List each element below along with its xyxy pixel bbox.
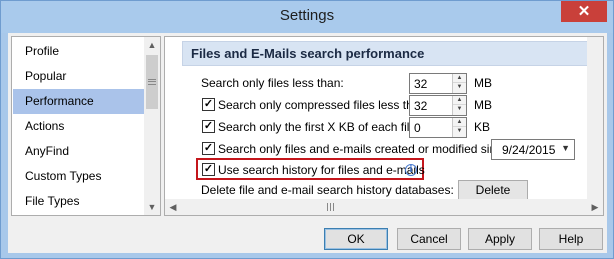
close-button[interactable]: ✕ — [561, 1, 607, 22]
compressed-limit-label: Search only compressed files less than: — [218, 98, 430, 112]
scroll-up-icon[interactable]: ▲ — [144, 37, 160, 53]
category-list: Profile Popular Performance Actions AnyF… — [11, 36, 161, 216]
spin-up-icon[interactable]: ▲ — [453, 118, 466, 127]
spin-down-icon[interactable]: ▼ — [453, 105, 466, 114]
spin-up-icon[interactable]: ▲ — [453, 74, 466, 83]
scroll-grip-icon — [148, 79, 156, 85]
compressed-limit-unit: MB — [474, 98, 492, 112]
compressed-limit-row: ✓ Search only compressed files less than… — [165, 95, 585, 117]
scroll-down-icon[interactable]: ▼ — [144, 199, 160, 215]
info-icon[interactable]: i — [405, 164, 417, 176]
size-limit-value[interactable]: 32 — [414, 77, 427, 91]
spin-down-icon[interactable]: ▼ — [453, 127, 466, 136]
date-value[interactable]: 9/24/2015 — [502, 143, 555, 157]
delete-history-button[interactable]: Delete — [458, 180, 528, 200]
delete-history-label: Delete file and e-mail search history da… — [201, 183, 454, 197]
section-title: Files and E-Mails search performance — [182, 41, 592, 66]
size-limit-label: Search only files less than: — [201, 76, 344, 90]
settings-panel: Files and E-Mails search performance Sea… — [164, 36, 604, 216]
chevron-down-icon[interactable]: ▼ — [561, 143, 570, 153]
size-limit-unit: MB — [474, 76, 492, 90]
history-checkbox[interactable]: ✓ — [202, 163, 215, 176]
scroll-thumb[interactable] — [146, 55, 158, 109]
nav-item-file-types[interactable]: File Types — [13, 189, 144, 214]
history-label: Use search history for files and e-mails — [218, 163, 425, 177]
nav-item-profile[interactable]: Profile — [13, 39, 144, 64]
nav-item-popular[interactable]: Popular — [13, 64, 144, 89]
date-filter-label: Search only files and e-mails created or… — [218, 142, 513, 156]
scroll-left-icon[interactable]: ◀ — [165, 199, 181, 215]
first-kb-value[interactable]: 0 — [414, 121, 421, 135]
nav-item-custom-types[interactable]: Custom Types — [13, 164, 144, 189]
dialog-client-area: Profile Popular Performance Actions AnyF… — [8, 33, 607, 253]
first-kb-unit: KB — [474, 120, 491, 134]
nav-item-actions[interactable]: Actions — [13, 114, 144, 139]
first-kb-stepper[interactable]: 0 ▲ ▼ — [409, 117, 467, 138]
category-list-scrollbar[interactable]: ▲ ▼ — [144, 37, 160, 215]
apply-button[interactable]: Apply — [468, 228, 532, 250]
first-kb-checkbox[interactable]: ✓ — [202, 120, 215, 133]
panel-vertical-scrollbar[interactable] — [587, 37, 603, 199]
compressed-limit-checkbox[interactable]: ✓ — [202, 98, 215, 111]
compressed-limit-value[interactable]: 32 — [414, 99, 427, 113]
help-button[interactable]: Help — [539, 228, 603, 250]
cancel-button[interactable]: Cancel — [397, 228, 461, 250]
date-filter-checkbox[interactable]: ✓ — [202, 142, 215, 155]
scroll-right-icon[interactable]: ▶ — [587, 199, 603, 215]
settings-window: Settings ✕ Profile Popular Performance A… — [0, 0, 614, 259]
title-bar: Settings ✕ — [1, 1, 613, 33]
first-kb-row: ✓ Search only the first X KB of each fil… — [165, 117, 585, 139]
size-limit-row: Search only files less than: 32 ▲ ▼ MB — [165, 73, 585, 95]
panel-horizontal-scrollbar[interactable]: ◀ ▶ — [165, 199, 603, 215]
size-limit-stepper[interactable]: 32 ▲ ▼ — [409, 73, 467, 94]
compressed-limit-stepper[interactable]: 32 ▲ ▼ — [409, 95, 467, 116]
first-kb-label: Search only the first X KB of each file: — [218, 120, 420, 134]
spin-up-icon[interactable]: ▲ — [453, 96, 466, 105]
spin-down-icon[interactable]: ▼ — [453, 83, 466, 92]
date-picker[interactable]: 9/24/2015 ▼ — [491, 139, 575, 160]
nav-item-anyfind[interactable]: AnyFind — [13, 139, 144, 164]
nav-item-performance[interactable]: Performance — [13, 89, 144, 114]
ok-button[interactable]: OK — [324, 228, 388, 250]
history-row: ✓ Use search history for files and e-mai… — [165, 160, 425, 182]
scroll-grip-icon[interactable] — [327, 203, 334, 211]
window-title: Settings — [279, 7, 335, 24]
